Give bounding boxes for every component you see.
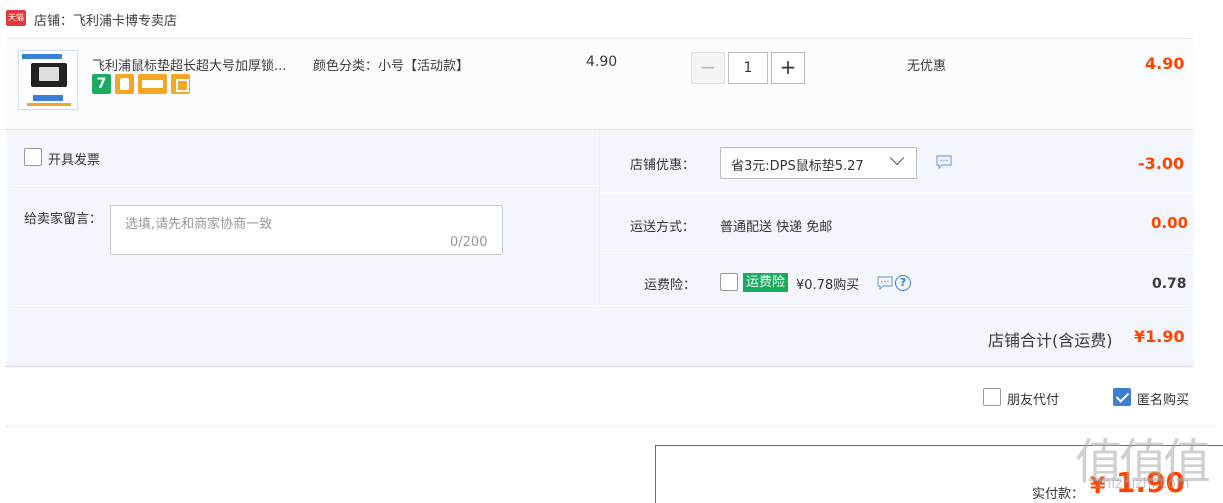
- invoice-label[interactable]: 开具发票: [48, 149, 100, 168]
- shipping-label: 运送方式：: [630, 220, 696, 235]
- divider: [600, 252, 1194, 253]
- divider: [6, 305, 1194, 306]
- product-sku: 颜色分类：小号【活动款】: [313, 59, 470, 74]
- friend-pay-checkbox[interactable]: [983, 388, 1001, 406]
- shipping-insurance-checkbox[interactable]: [720, 273, 738, 291]
- seven-day-return-icon[interactable]: 7: [92, 74, 111, 94]
- service-guarantee-icon[interactable]: [115, 74, 134, 94]
- shop-name[interactable]: 店铺：飞利浦卡博专卖店: [34, 10, 177, 29]
- product-thumbnail[interactable]: [18, 50, 78, 110]
- product-title[interactable]: 飞利浦鼠标垫超长超大号加厚锁...: [92, 55, 286, 74]
- shop-total-amount: ¥1.90: [1134, 327, 1185, 346]
- seller-memo-char-count: 0/200: [450, 235, 488, 250]
- watermark-url: zhizhizhi.com: [1095, 476, 1190, 492]
- shop-discount-label: 店铺优惠：: [630, 158, 696, 173]
- shipping-insurance-amount: 0.78: [1152, 276, 1187, 292]
- divider: [600, 192, 1194, 193]
- seller-memo-placeholder: 选填,请先和商家协商一致: [125, 217, 273, 232]
- shipping-method: 普通配送 快递 免邮: [720, 220, 833, 235]
- friend-pay-label[interactable]: 朋友代付: [1007, 389, 1059, 408]
- credit-card-icon[interactable]: [138, 74, 167, 94]
- unit-price: 4.90: [586, 54, 618, 70]
- tmall-badge: 天猫: [6, 10, 26, 26]
- thumbnail-footer: [27, 103, 71, 106]
- service-grid-icon[interactable]: [171, 74, 190, 94]
- shipping-insurance-tag: 运费险: [743, 273, 789, 292]
- divider: [6, 185, 599, 186]
- mousepad-image-detail: [39, 67, 59, 81]
- anonymous-purchase-checkbox[interactable]: [1113, 388, 1131, 406]
- shop-discount-amount: -3.00: [1138, 154, 1185, 173]
- quantity-input[interactable]: 1: [728, 52, 768, 84]
- quantity-decrease-button[interactable]: −: [691, 52, 725, 84]
- divider: [6, 426, 1216, 427]
- shipping-insurance-price: ¥0.78购买: [796, 278, 860, 293]
- seller-memo-label: 给卖家留言：: [24, 212, 103, 227]
- invoice-checkbox[interactable]: [24, 148, 42, 166]
- message-icon[interactable]: [936, 155, 952, 169]
- shipping-insurance-label: 运费险：: [644, 278, 697, 293]
- quantity-increase-button[interactable]: +: [771, 52, 805, 84]
- help-icon[interactable]: ?: [895, 275, 911, 291]
- shop-total-label: 店铺合计(含运费): [988, 331, 1113, 350]
- divider: [599, 131, 600, 305]
- thumbnail-banner: [22, 54, 62, 59]
- shop-discount-selected: 省3元:DPS鼠标垫5.27: [731, 159, 864, 174]
- product-subtotal: 4.90: [1145, 54, 1185, 73]
- product-discount: 无优惠: [907, 59, 947, 74]
- thumbnail-label: [33, 95, 63, 101]
- shipping-amount: 0.00: [1151, 214, 1189, 232]
- message-icon[interactable]: [877, 276, 893, 290]
- anonymous-purchase-label[interactable]: 匿名购买: [1137, 389, 1189, 408]
